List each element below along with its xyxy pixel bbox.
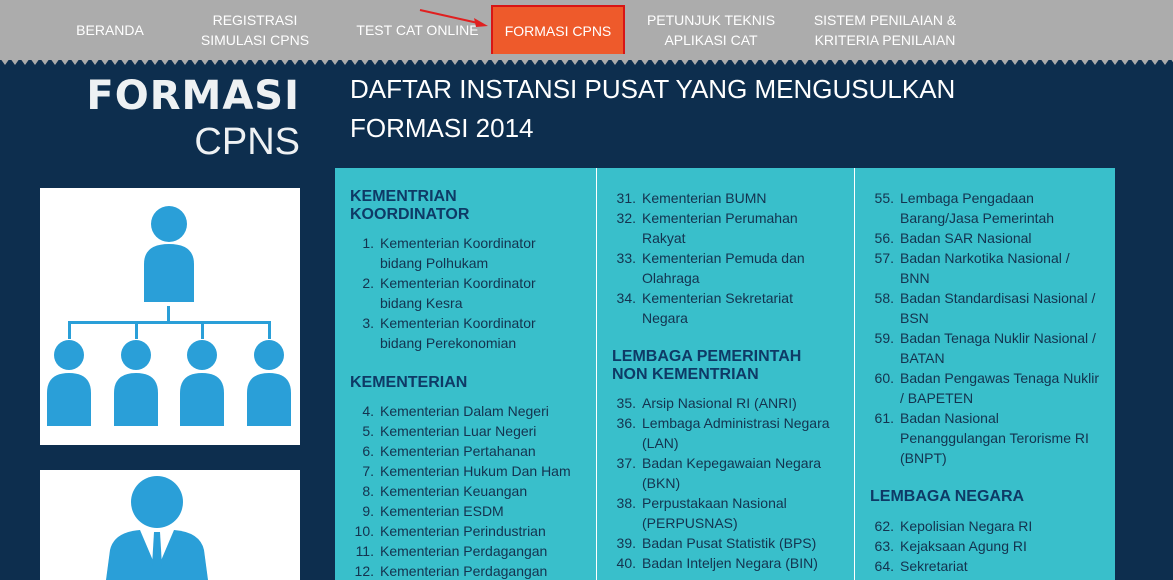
list-item: 64. Sekretariat — [874, 558, 968, 574]
organization-chart-card — [40, 188, 300, 445]
list-item: 60. Badan Pengawas Tenaga Nuklir / BAPETE… — [874, 370, 1099, 406]
list-item: 12. Kementerian Perdagangan — [354, 563, 548, 579]
list-item: 39. Badan Pusat Statistik (BPS) — [616, 535, 817, 551]
list-item: 37. Badan Kepegawaian Negara (BKN) — [616, 455, 822, 491]
instansi-list-panel: KEMENTRIAN KOORDINATOR 1. Kementerian Koo… — [335, 168, 1115, 580]
red-arrow-icon — [419, 9, 488, 27]
nav-formasi-cpns[interactable]: FORMASI CPNS — [491, 5, 625, 57]
list-item: 56. Badan SAR Nasional — [874, 230, 1032, 246]
list-item: 31. Kementerian BUMN — [616, 190, 767, 206]
nav-petunjuk-teknis-aplikasi-cat[interactable]: PETUNJUK TEKNIS APLIKASI CAT — [640, 0, 782, 60]
nav-beranda[interactable]: BERANDA — [60, 0, 160, 60]
list-item: 10. Kementerian Perindustrian — [354, 523, 546, 539]
list-item: 40. Badan Inteljen Negara (BIN) — [616, 555, 818, 571]
section-title-kementrian-koordinator: KEMENTRIAN KOORDINATOR — [350, 188, 470, 223]
list-item: 33. Kementerian Pemuda dan Olahraga — [616, 250, 805, 286]
big-title-line1: FORMASI — [86, 73, 300, 119]
list-item: 59. Badan Tenaga Nuklir Nasional / BATAN — [874, 330, 1096, 366]
list-item: 35. Arsip Nasional RI (ANRI) — [616, 395, 797, 411]
nav-zigzag-edge — [0, 54, 1173, 65]
organization-chart-icon — [47, 206, 291, 426]
section-title-lembaga-negara: LEMBAGA NEGARA — [870, 488, 1025, 505]
section-title-kementerian: KEMENTERIAN — [350, 374, 468, 391]
list-item: 63. Kejaksaan Agung RI — [874, 538, 1027, 554]
list-item: 9. Kementerian ESDM — [362, 503, 504, 519]
list-item: 7. Kementerian Hukum Dan Ham — [362, 463, 571, 479]
list-item: 62. Kepolisian Negara RI — [874, 518, 1033, 534]
list-item: 57. Badan Narkotika Nasional / BNN — [874, 250, 1070, 286]
business-person-card — [40, 470, 300, 580]
section-title-lembaga-pemerintah-non-kementrian: LEMBAGA PEMERINTAH NON KEMENTRIAN — [612, 348, 802, 383]
list-item: 4. Kementerian Dalam Negeri — [362, 403, 549, 419]
list-item: 36. Lembaga Administrasi Negara (LAN) — [616, 415, 830, 451]
nav-registrasi-simulasi-cpns[interactable]: REGISTRASI SIMULASI CPNS — [190, 0, 320, 60]
list-item: 55. Lembaga Pengadaan Barang/Jasa Pemerin… — [874, 190, 1055, 226]
nav-sistem-penilaian[interactable]: SISTEM PENILAIAN & KRITERIA PENILAIAN — [800, 0, 970, 60]
list-item: 61. Badan Nasional Penanggulangan Teroris… — [874, 410, 1089, 466]
list-column-2: 31. Kementerian BUMN 32. Kementerian Perum… — [596, 168, 854, 580]
list-item: 34. Kementerian Sekretariat Negara — [616, 290, 793, 326]
list-item: 11. Kementerian Perdagangan — [355, 543, 548, 559]
list-item: 38. Perpustakaan Nasional (PERPUSNAS) — [616, 495, 787, 531]
page-heading: DAFTAR INSTANSI PUSAT YANG MENGUSULKAN F… — [350, 74, 956, 143]
list-item: 6. Kementerian Pertahanan — [362, 443, 536, 459]
business-person-icon — [106, 476, 208, 580]
list-item: 5. Kementerian Luar Negeri — [362, 423, 537, 439]
page-big-title: FORMASI CPNS — [76, 73, 300, 163]
big-title-line2: CPNS — [194, 121, 300, 163]
list-column-3: 55. Lembaga Pengadaan Barang/Jasa Pemerin… — [854, 168, 1115, 580]
list-item: 1. Kementerian Koordinator bidang Polhuka… — [362, 235, 536, 271]
list-item: 58. Badan Standardisasi Nasional / BSN — [874, 290, 1096, 326]
list-column-1: KEMENTRIAN KOORDINATOR 1. Kementerian Koo… — [335, 168, 595, 580]
list-item: 2. Kementerian Koordinator bidang Kesra — [362, 275, 536, 311]
list-item: 32. Kementerian Perumahan Rakyat — [616, 210, 798, 246]
top-navigation: BERANDA REGISTRASI SIMULASI CPNS TEST CA… — [0, 0, 1173, 60]
list-item: 8. Kementerian Keuangan — [362, 483, 528, 499]
list-item: 3. Kementerian Koordinator bidang Perekon… — [362, 315, 536, 351]
